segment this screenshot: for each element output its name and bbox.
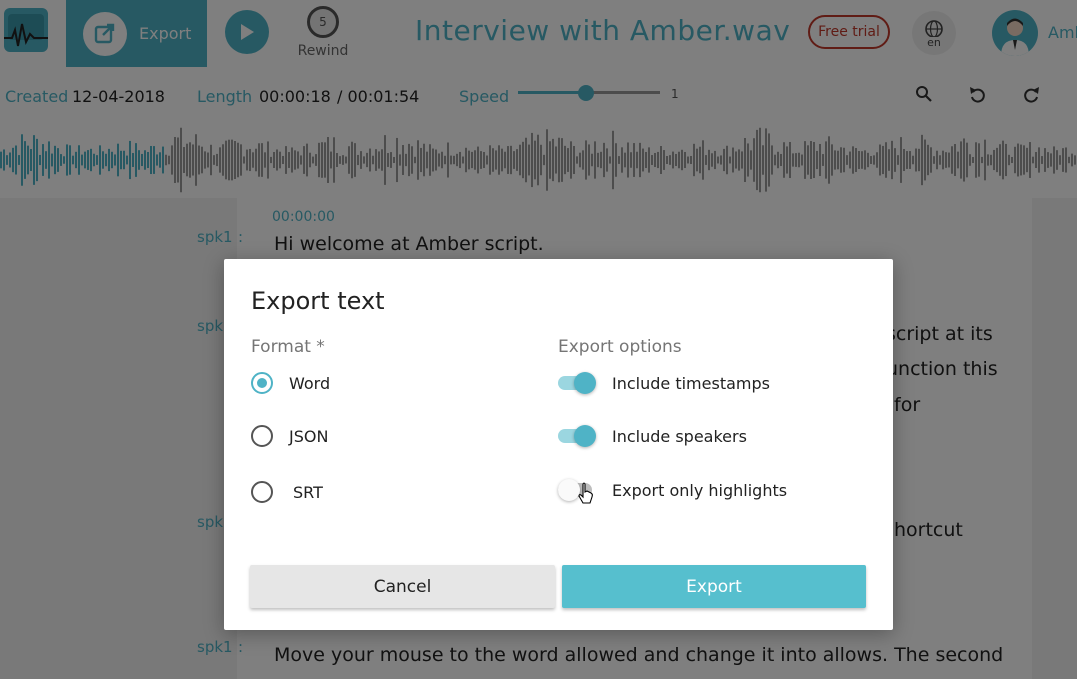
- option-label: Include timestamps: [612, 373, 770, 393]
- option-label: Include speakers: [612, 426, 747, 446]
- dialog-title: Export text: [251, 287, 385, 315]
- format-option-label: Word: [289, 373, 331, 393]
- radio-button[interactable]: [251, 481, 273, 503]
- toggle-switch[interactable]: [558, 424, 596, 448]
- export-button[interactable]: Export: [562, 565, 866, 608]
- export-dialog: Export text Format * Word JSON SRT Expor…: [224, 259, 893, 630]
- export-options-label: Export options: [558, 337, 682, 357]
- format-option-json[interactable]: JSON: [251, 425, 328, 447]
- format-option-word[interactable]: Word: [251, 372, 330, 394]
- radio-button[interactable]: [251, 372, 273, 394]
- format-option-label: JSON: [289, 426, 329, 446]
- format-label: Format *: [251, 337, 325, 357]
- option-include-timestamps[interactable]: Include timestamps: [558, 371, 770, 395]
- option-label: Export only highlights: [612, 480, 788, 500]
- hand-cursor-icon: [578, 482, 593, 504]
- cancel-button[interactable]: Cancel: [250, 565, 555, 608]
- option-include-speakers[interactable]: Include speakers: [558, 424, 747, 448]
- format-option-label: SRT: [293, 482, 323, 502]
- format-option-srt[interactable]: SRT: [251, 481, 323, 503]
- radio-button[interactable]: [251, 425, 273, 447]
- toggle-switch[interactable]: [558, 371, 596, 395]
